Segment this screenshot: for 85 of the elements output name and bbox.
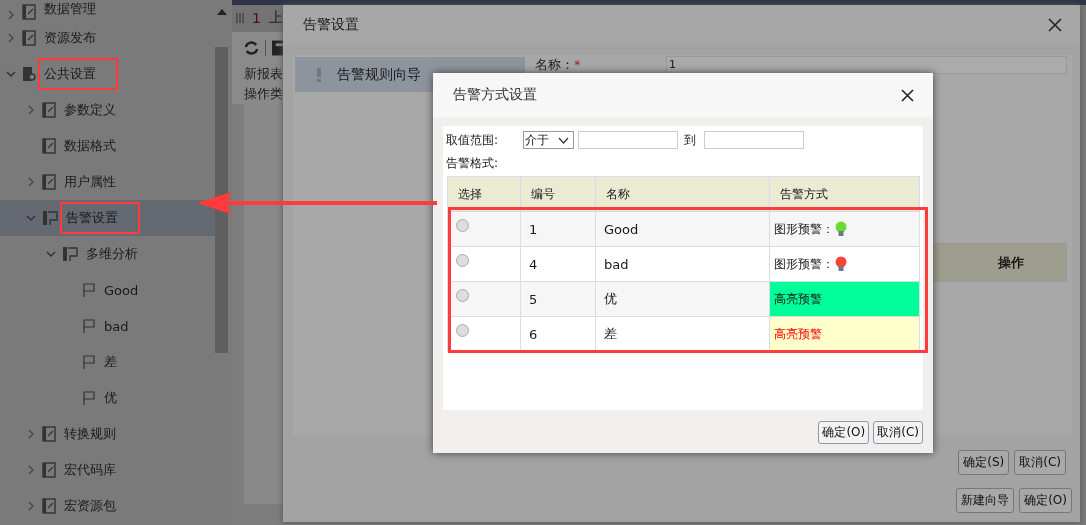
tree-item[interactable]: 用户属性: [0, 164, 215, 200]
tree-item[interactable]: 差: [0, 344, 215, 380]
field-label: 告警格式:: [445, 155, 500, 172]
table-cell: 5: [520, 281, 596, 317]
alert-style-text: 图形预警：: [774, 220, 834, 238]
column-header: 操作: [988, 244, 1066, 281]
flag-document-icon: [42, 210, 58, 226]
tree-item[interactable]: 告警设置: [0, 200, 215, 236]
range-separator: 到: [683, 131, 697, 149]
exclamation-icon: [317, 67, 321, 82]
chevron-down-icon[interactable]: [46, 249, 56, 259]
label-text: 操作类: [232, 84, 283, 104]
tree-item[interactable]: Good: [0, 272, 215, 308]
chevron-right-icon[interactable]: [6, 10, 16, 20]
dialog-button[interactable]: 取消(C): [1014, 450, 1066, 475]
document-icon: [22, 30, 36, 46]
table-cell: 优: [595, 281, 770, 317]
grip-icon: [236, 13, 244, 23]
alert-style-text: 高亮预警: [769, 281, 920, 317]
tree-item[interactable]: 多维分析: [0, 236, 215, 272]
field-label: 取值范围:: [446, 131, 500, 149]
chevron-down-icon[interactable]: [6, 69, 16, 79]
scroll-up-icon[interactable]: [217, 9, 227, 15]
radio-button[interactable]: [456, 288, 469, 302]
radio-button[interactable]: [456, 218, 469, 232]
radio-button[interactable]: [456, 323, 469, 337]
tree-item[interactable]: 资源发布: [0, 20, 215, 56]
tree-item[interactable]: 优: [0, 380, 215, 416]
flag-document-icon: [62, 246, 78, 262]
dialog-button[interactable]: 确定(O): [818, 421, 870, 444]
close-icon[interactable]: [901, 88, 914, 102]
column-header: 编号: [520, 176, 596, 212]
table-cell: Good: [595, 211, 770, 247]
document-icon: [42, 102, 56, 118]
tab-number: 1: [252, 10, 261, 26]
dialog-button[interactable]: 确定(S): [958, 450, 1010, 475]
tree-item[interactable]: 数据格式: [0, 128, 215, 164]
range-to-field[interactable]: [704, 131, 804, 149]
tree-item[interactable]: bad: [0, 308, 215, 344]
save-icon[interactable]: [271, 40, 283, 56]
tree-item[interactable]: 参数定义: [0, 92, 215, 128]
tree-item[interactable]: 宏代码库: [0, 452, 215, 488]
alert-style-text: 高亮预警: [769, 316, 920, 352]
tab-label[interactable]: 上: [268, 9, 283, 27]
operator-dropdown[interactable]: 介于: [523, 131, 574, 149]
document-icon: [42, 174, 56, 190]
chevron-right-icon[interactable]: [26, 501, 36, 511]
range-from-field[interactable]: [578, 131, 678, 149]
document-icon: [42, 498, 56, 514]
chevron-right-icon[interactable]: [6, 33, 16, 43]
radio-button[interactable]: [456, 253, 469, 267]
document-icon: [42, 426, 56, 442]
flag-icon: [82, 282, 96, 298]
settings-icon: [22, 66, 36, 82]
document-icon: [22, 4, 36, 20]
chevron-right-icon[interactable]: [26, 429, 36, 439]
tree-item[interactable]: 宏资源包: [0, 488, 215, 524]
column-header: 名称: [595, 176, 770, 212]
dialog-button[interactable]: 取消(C): [873, 421, 923, 444]
chevron-down-icon: [558, 136, 569, 144]
tree-item[interactable]: 转换规则: [0, 416, 215, 452]
document-icon: [42, 138, 56, 154]
chevron-right-icon[interactable]: [26, 465, 36, 475]
scrollbar-thumb[interactable]: [215, 47, 228, 353]
dialog-button[interactable]: 新建向导: [956, 488, 1015, 513]
table-cell: 1: [520, 211, 596, 247]
tree-item[interactable]: 数据管理: [0, 0, 215, 20]
name-field[interactable]: 1: [666, 56, 1067, 74]
field-label: 名称：*: [535, 56, 582, 74]
flag-icon: [82, 318, 96, 334]
chevron-down-icon[interactable]: [26, 213, 36, 223]
flag-icon: [82, 354, 96, 370]
flag-icon: [82, 390, 96, 406]
label-text: 新报表: [232, 64, 283, 84]
document-icon: [42, 462, 56, 478]
tree-item[interactable]: 公共设置: [0, 56, 215, 92]
close-icon[interactable]: [1048, 18, 1062, 32]
column-header: 选择: [447, 176, 521, 212]
refresh-icon[interactable]: [244, 40, 259, 56]
dialog-title: 告警设置: [303, 16, 359, 34]
chevron-right-icon[interactable]: [26, 177, 36, 187]
column-header: 告警方式: [769, 176, 920, 212]
chevron-right-icon[interactable]: [26, 105, 36, 115]
dialog-button[interactable]: 确定(O): [1019, 488, 1072, 513]
alert-style-text: 图形预警：: [774, 255, 834, 273]
